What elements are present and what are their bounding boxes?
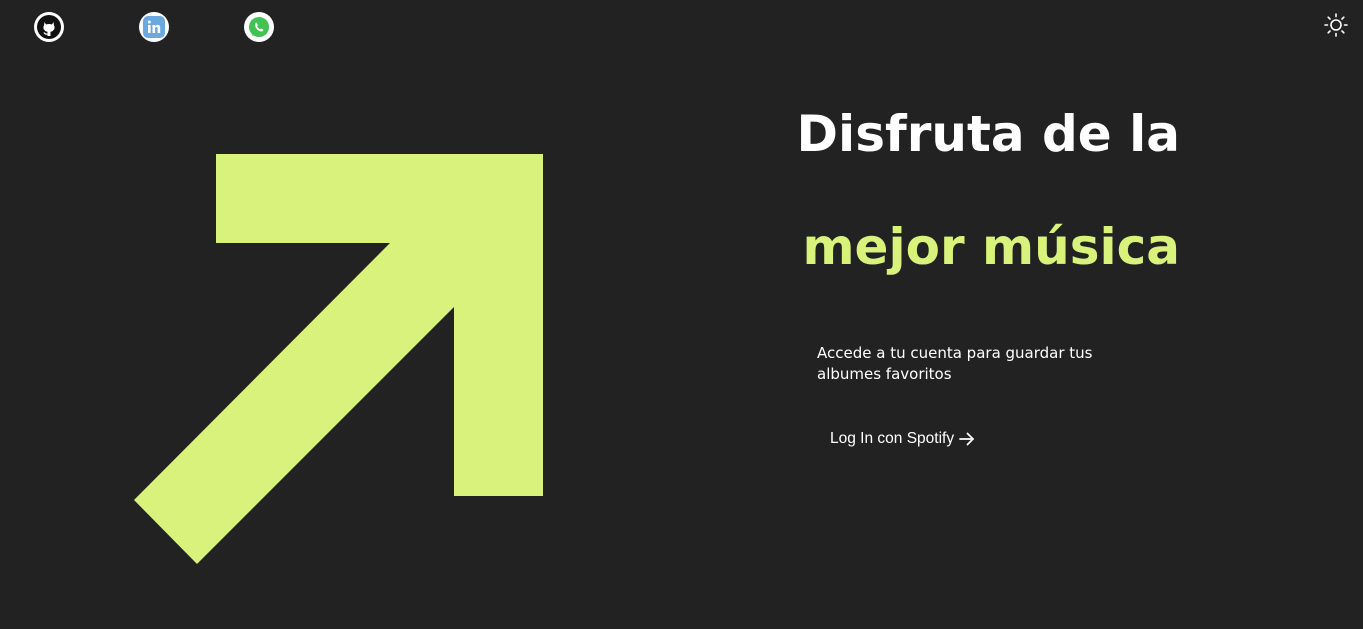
headline-line1: Disfruta de la — [796, 105, 1180, 163]
spotify-login-button[interactable]: Log In con Spotify — [818, 424, 988, 454]
headline-line2: mejor música — [802, 218, 1180, 276]
linkedin-icon — [143, 16, 165, 38]
arrow-up-right-icon — [134, 154, 543, 564]
landing-page: Disfruta de la mejor música Accede a tu … — [0, 0, 1363, 629]
sun-icon — [1324, 13, 1348, 37]
github-icon — [37, 15, 61, 39]
arrow-right-icon — [959, 432, 974, 446]
subtitle-text: Accede a tu cuenta para guardar tus albu… — [817, 344, 1093, 383]
login-button-label: Log In con Spotify — [830, 430, 955, 447]
whatsapp-link[interactable] — [244, 12, 274, 42]
whatsapp-icon — [249, 17, 269, 37]
github-link[interactable] — [34, 12, 64, 42]
linkedin-link[interactable] — [139, 12, 169, 42]
theme-toggle-button[interactable] — [1321, 10, 1351, 40]
